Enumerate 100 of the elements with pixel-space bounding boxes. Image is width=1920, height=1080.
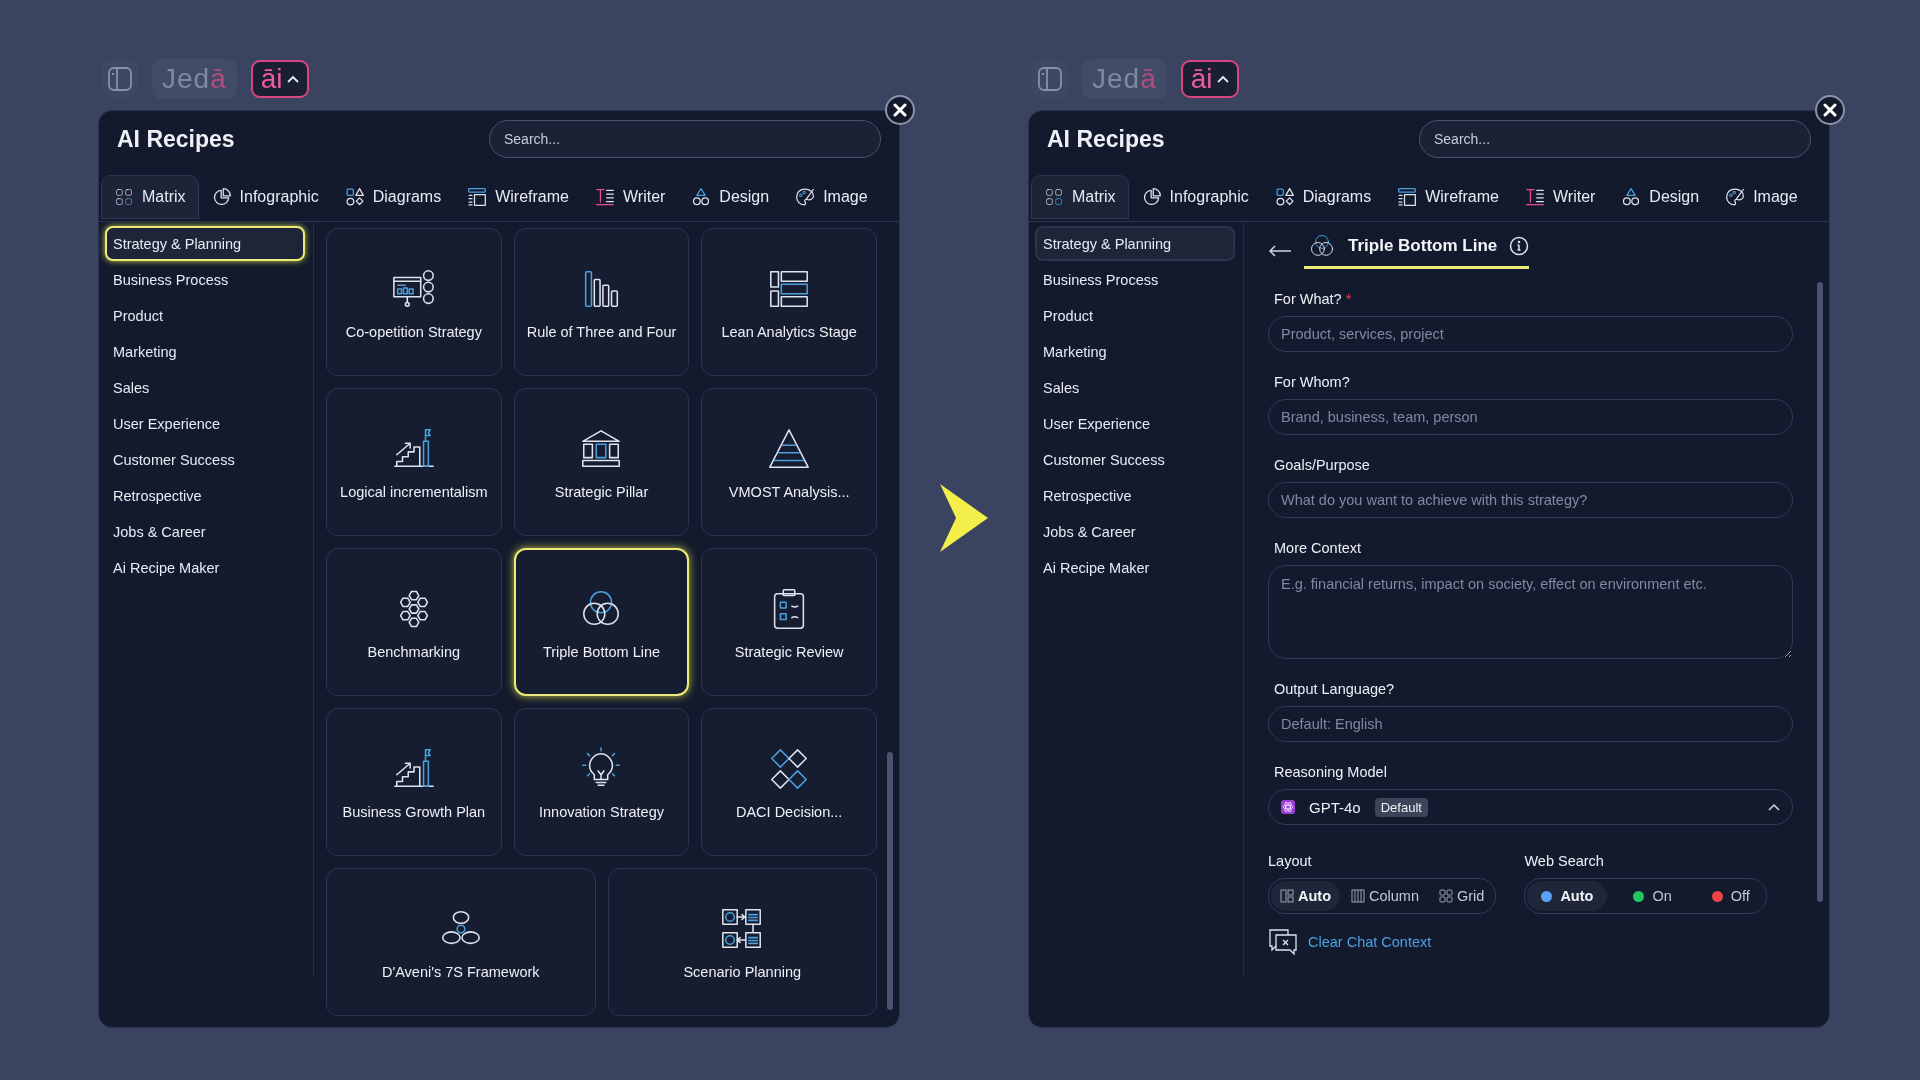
- input-field[interactable]: What do you want to achieve with this strategy?: [1268, 482, 1793, 518]
- field-label: For Whom?: [1274, 374, 1351, 390]
- logo: Jedā: [152, 59, 237, 99]
- shapes-icon: [344, 187, 365, 207]
- tab[interactable]: Design: [1608, 175, 1713, 219]
- close-button[interactable]: [1815, 95, 1845, 125]
- tab[interactable]: Wireframe: [1384, 175, 1512, 219]
- sidebar-icon: [107, 66, 133, 92]
- category-item[interactable]: User Experience: [105, 406, 305, 441]
- recipe-card[interactable]: Rule of Three and Four: [513, 228, 690, 376]
- recipe-card[interactable]: Innovation Strategy: [513, 708, 690, 856]
- recipe-card[interactable]: DACI Decision...: [701, 708, 877, 856]
- recipe-card[interactable]: VMOST Analysis...: [701, 388, 877, 536]
- tab[interactable]: Diagrams: [1261, 175, 1385, 219]
- columns-icon: [1351, 889, 1365, 903]
- sidebar-toggle-button[interactable]: [102, 60, 138, 98]
- grid-icon: [114, 187, 134, 207]
- search-field[interactable]: Search...: [1419, 120, 1811, 158]
- category-item[interactable]: Customer Success: [1035, 442, 1235, 477]
- category-item[interactable]: User Experience: [1035, 406, 1235, 441]
- category-item[interactable]: Retrospective: [105, 478, 305, 513]
- input-field[interactable]: Default: English: [1268, 706, 1793, 742]
- close-button[interactable]: [885, 95, 915, 125]
- tab[interactable]: Writer: [582, 175, 679, 219]
- tab[interactable]: Writer: [1512, 175, 1609, 219]
- category-item[interactable]: Product: [1035, 298, 1235, 333]
- input-field[interactable]: Product, services, project: [1268, 316, 1793, 352]
- pie-chart-icon: [1141, 187, 1162, 207]
- scrollbar[interactable]: [887, 752, 893, 1010]
- recipe-card[interactable]: Logical incrementalism: [326, 388, 502, 536]
- web-search-option[interactable]: Auto: [1527, 881, 1608, 911]
- layout-option[interactable]: Column: [1342, 881, 1428, 911]
- scrollbar[interactable]: [1817, 282, 1823, 902]
- recipe-card[interactable]: Business Growth Plan: [326, 708, 502, 856]
- category-item[interactable]: Ai Recipe Maker: [1035, 550, 1235, 585]
- recipe-card[interactable]: Lean Analytics Stage: [701, 228, 877, 376]
- category-item[interactable]: Sales: [1035, 370, 1235, 405]
- recipe-card[interactable]: Strategic Review: [701, 548, 877, 696]
- default-badge: Default: [1374, 797, 1428, 817]
- info-icon[interactable]: [1509, 236, 1530, 256]
- ai-button[interactable]: āi: [1180, 60, 1239, 98]
- field-label: Goals/Purpose: [1274, 457, 1371, 473]
- field-label: For What? *: [1274, 291, 1353, 307]
- tab[interactable]: Image: [1712, 175, 1811, 219]
- wireframe-icon: [467, 187, 488, 207]
- category-item[interactable]: Customer Success: [105, 442, 305, 477]
- category-item[interactable]: Marketing: [105, 334, 305, 369]
- field-label: Output Language?: [1274, 681, 1396, 697]
- category-item[interactable]: Business Process: [1035, 262, 1235, 297]
- chevron-right-icon: [938, 482, 990, 554]
- text-icon: [595, 187, 615, 207]
- palette-icon: [795, 187, 816, 207]
- search-field[interactable]: Search...: [489, 120, 881, 158]
- tab[interactable]: Wireframe: [454, 175, 582, 219]
- category-item[interactable]: Jobs & Career: [105, 514, 305, 549]
- logo: Jedā: [1082, 59, 1167, 99]
- chat-clear-icon: [1268, 928, 1298, 956]
- category-item[interactable]: Strategy & Planning: [105, 226, 305, 261]
- category-item[interactable]: Product: [105, 298, 305, 333]
- category-item[interactable]: Business Process: [105, 262, 305, 297]
- palette-icon: [1725, 187, 1746, 207]
- clear-chat-link[interactable]: Clear Chat Context: [1308, 934, 1432, 950]
- input-field[interactable]: E.g. financial returns, impact on society, effect on environment etc.: [1268, 565, 1793, 659]
- tab[interactable]: Infographic: [198, 175, 332, 219]
- recipe-card[interactable]: Co-opetition Strategy: [326, 228, 502, 376]
- grid-icon: [1044, 187, 1064, 207]
- layout-option[interactable]: Grid: [1430, 881, 1494, 911]
- split-layout-icon: [1280, 889, 1294, 903]
- text-icon: [1525, 187, 1545, 207]
- ai-button[interactable]: āi: [250, 60, 309, 98]
- category-item[interactable]: Strategy & Planning: [1035, 226, 1235, 261]
- close-icon: [893, 103, 907, 117]
- category-item[interactable]: Marketing: [1035, 334, 1235, 369]
- field-label: More Context: [1274, 540, 1363, 556]
- recipe-card[interactable]: Triple Bottom Line: [513, 548, 690, 696]
- category-item[interactable]: Sales: [105, 370, 305, 405]
- web-search-option[interactable]: On: [1619, 881, 1686, 911]
- layout-option[interactable]: Auto: [1271, 881, 1340, 911]
- tab[interactable]: Matrix: [101, 175, 199, 219]
- shapes-icon: [691, 187, 712, 207]
- tab[interactable]: Diagrams: [331, 175, 455, 219]
- tab[interactable]: Matrix: [1031, 175, 1129, 219]
- sidebar-icon: [1037, 66, 1063, 92]
- category-item[interactable]: Ai Recipe Maker: [105, 550, 305, 585]
- web-search-option[interactable]: Off: [1697, 881, 1764, 911]
- tab[interactable]: Image: [782, 175, 881, 219]
- recipe-card[interactable]: D'Aveni's 7S Framework: [326, 868, 596, 1016]
- back-arrow-icon[interactable]: [1268, 244, 1292, 257]
- category-item[interactable]: Retrospective: [1035, 478, 1235, 513]
- tab[interactable]: Design: [678, 175, 783, 219]
- recipe-card[interactable]: Benchmarking: [326, 548, 502, 696]
- shapes-icon: [1274, 187, 1295, 207]
- recipe-card[interactable]: Strategic Pillar: [513, 388, 690, 536]
- tab[interactable]: Infographic: [1128, 175, 1262, 219]
- input-field[interactable]: Brand, business, team, person: [1268, 399, 1793, 435]
- recipe-card[interactable]: Scenario Planning: [607, 868, 877, 1016]
- category-item[interactable]: Jobs & Career: [1035, 514, 1235, 549]
- sidebar-toggle-button[interactable]: [1032, 60, 1068, 98]
- recipe-title: Triple Bottom Line: [1348, 236, 1498, 256]
- caret-icon: [1768, 803, 1780, 811]
